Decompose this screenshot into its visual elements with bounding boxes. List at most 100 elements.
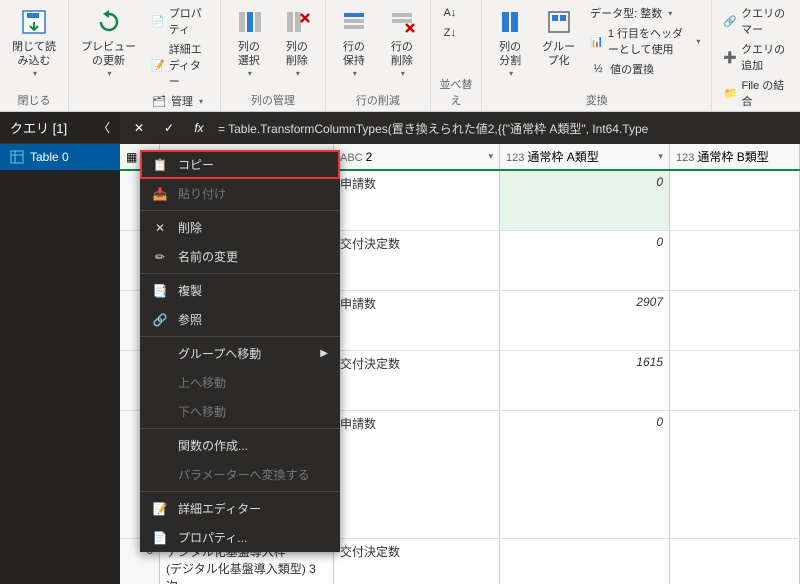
cell-2[interactable]: 申請数 [334,411,500,538]
ribbon-group-query: プレビュー の更新▾ 📄プロパティ 📝詳細エディター 🗂管理▾ クエリ [69,0,221,111]
first-row-header-button[interactable]: 📊1 行目をヘッダーとして使用▾ [587,24,703,58]
replace-button[interactable]: ½値の置換 [587,60,703,78]
sort-asc-icon: A↓ [442,5,458,21]
ribbon-group-label: 列の管理 [229,92,317,111]
row-remove-button[interactable]: 行の 削除▾ [382,4,422,81]
file-combine-icon: 📁 [723,85,737,101]
row-keep-button[interactable]: 行の 保持▾ [334,4,374,81]
table-icon [10,150,24,164]
close-load-button[interactable]: 閉じて読 み込む▾ [8,4,60,81]
query-item-name: Table 0 [30,150,69,164]
column-header-a[interactable]: 123通常枠 A類型▾ [500,144,670,169]
cancel-formula-button[interactable]: ✕ [128,117,150,139]
ribbon-group-row-reduce: 行の 保持▾ 行の 削除▾ 行の削減 [326,0,431,111]
ctx-create-func[interactable]: 関数の作成... [140,431,340,460]
ribbon-group-close: 閉じて読 み込む▾ 閉じる [0,0,69,111]
group-icon [543,6,575,38]
ctx-rename[interactable]: ✏名前の変更 [140,242,340,271]
cell-2[interactable]: 交付決定数 [334,351,500,410]
cell-b[interactable] [670,291,800,350]
column-remove-icon [281,6,313,38]
cell-a[interactable]: 2907 [500,291,670,350]
ribbon-group-col-manage: 列の 選択▾ 列の 削除▾ 列の管理 [221,0,326,111]
ctx-to-param: パラメーターへ変換する [140,460,340,489]
duplicate-icon: 📑 [152,283,168,299]
formula-bar: ✕ ✓ fx = Table.TransformColumnTypes(置き換え… [120,112,800,144]
ctx-move-group[interactable]: グループへ移動▶ [140,339,340,368]
ctx-paste: 📥貼り付け [140,179,340,208]
context-menu: 📋コピー 📥貼り付け ✕削除 ✏名前の変更 📑複製 🔗参照 グループへ移動▶ 上… [140,150,340,552]
ribbon-group-transform: 列の 分割▾ グルー プ化 データ型: 整数▾ 📊1 行目をヘッダーとして使用▾… [482,0,712,111]
rename-icon: ✏ [152,249,168,265]
properties-icon: 📄 [151,13,165,29]
query-item[interactable]: Table 0 [0,144,120,170]
sort-desc-button[interactable]: Z↓ [439,24,461,42]
formula-text[interactable]: = Table.TransformColumnTypes(置き換えられた値2,{… [218,120,792,137]
ctx-adv-editor[interactable]: 📝詳細エディター [140,494,340,523]
ctx-delete[interactable]: ✕削除 [140,213,340,242]
cell-b[interactable] [670,231,800,290]
cell-b[interactable] [670,411,800,538]
header-icon: 📊 [590,33,604,49]
cell-b[interactable] [670,351,800,410]
save-icon [18,6,50,38]
merge-query-button[interactable]: 🔗クエリのマー [720,4,792,38]
ctx-duplicate[interactable]: 📑複製 [140,276,340,305]
column-remove-button[interactable]: 列の 削除▾ [277,4,317,81]
cell-a[interactable] [500,539,670,584]
ribbon-group-label: 行の削減 [334,92,422,111]
preview-refresh-button[interactable]: プレビュー の更新▾ [77,4,140,81]
cell-b[interactable] [670,171,800,230]
properties-icon: 📄 [152,530,168,546]
merge-icon: 🔗 [723,13,737,29]
row-keep-icon [338,6,370,38]
queries-header-title: クエリ [1] [10,118,67,137]
cell-2[interactable]: 交付決定数 [334,231,500,290]
reference-icon: 🔗 [152,312,168,328]
append-query-button[interactable]: ➕クエリの追加 [720,40,792,74]
body-area: クエリ [1] 〈 Table 0 ✕ ✓ fx = Table.Transfo… [0,112,800,584]
row-remove-icon [386,6,418,38]
cell-2[interactable]: 交付決定数 [334,539,500,584]
sort-desc-icon: Z↓ [442,25,458,41]
cell-b[interactable] [670,539,800,584]
ribbon: 閉じて読 み込む▾ 閉じる プレビュー の更新▾ 📄プロパティ 📝詳細エディター… [0,0,800,112]
column-select-icon [233,6,265,38]
adv-editor-button[interactable]: 📝詳細エディター [148,40,212,90]
ctx-reference[interactable]: 🔗参照 [140,305,340,334]
editor-icon: 📝 [151,57,165,73]
file-combine-button[interactable]: 📁File の結合 [720,76,792,110]
append-icon: ➕ [723,49,737,65]
column-header-2[interactable]: ABC2▾ [334,144,500,169]
ctx-properties[interactable]: 📄プロパティ... [140,523,340,552]
column-header-b[interactable]: 123通常枠 B類型 [670,144,800,169]
split-icon [494,6,526,38]
column-select-button[interactable]: 列の 選択▾ [229,4,269,81]
replace-icon: ½ [590,61,606,77]
split-column-button[interactable]: 列の 分割▾ [490,4,530,81]
cell-2[interactable]: 申請数 [334,171,500,230]
cell-a[interactable]: 1615 [500,351,670,410]
ribbon-group-label: 閉じる [8,92,60,111]
queries-header: クエリ [1] 〈 [0,112,120,144]
commit-formula-button[interactable]: ✓ [158,117,180,139]
delete-icon: ✕ [152,220,168,236]
collapse-panel-button[interactable]: 〈 [98,119,110,136]
manage-icon: 🗂 [151,93,167,109]
cell-2[interactable]: 申請数 [334,291,500,350]
ctx-move-up: 上へ移動 [140,368,340,397]
queries-panel: クエリ [1] 〈 Table 0 [0,112,120,584]
properties-button[interactable]: 📄プロパティ [148,4,212,38]
group-by-button[interactable]: グルー プ化 [538,4,579,71]
fx-button[interactable]: fx [188,117,210,139]
ribbon-group-label: 並べ替え [439,76,473,111]
cell-a[interactable]: 0 [500,411,670,538]
editor-icon: 📝 [152,501,168,517]
cell-a[interactable]: 0 [500,231,670,290]
manage-button[interactable]: 🗂管理▾ [148,92,212,110]
cell-a[interactable]: 0 [500,171,670,230]
sort-asc-button[interactable]: A↓ [439,4,461,22]
datatype-button[interactable]: データ型: 整数▾ [587,4,703,22]
ctx-copy[interactable]: 📋コピー [140,150,340,179]
refresh-icon [93,6,125,38]
